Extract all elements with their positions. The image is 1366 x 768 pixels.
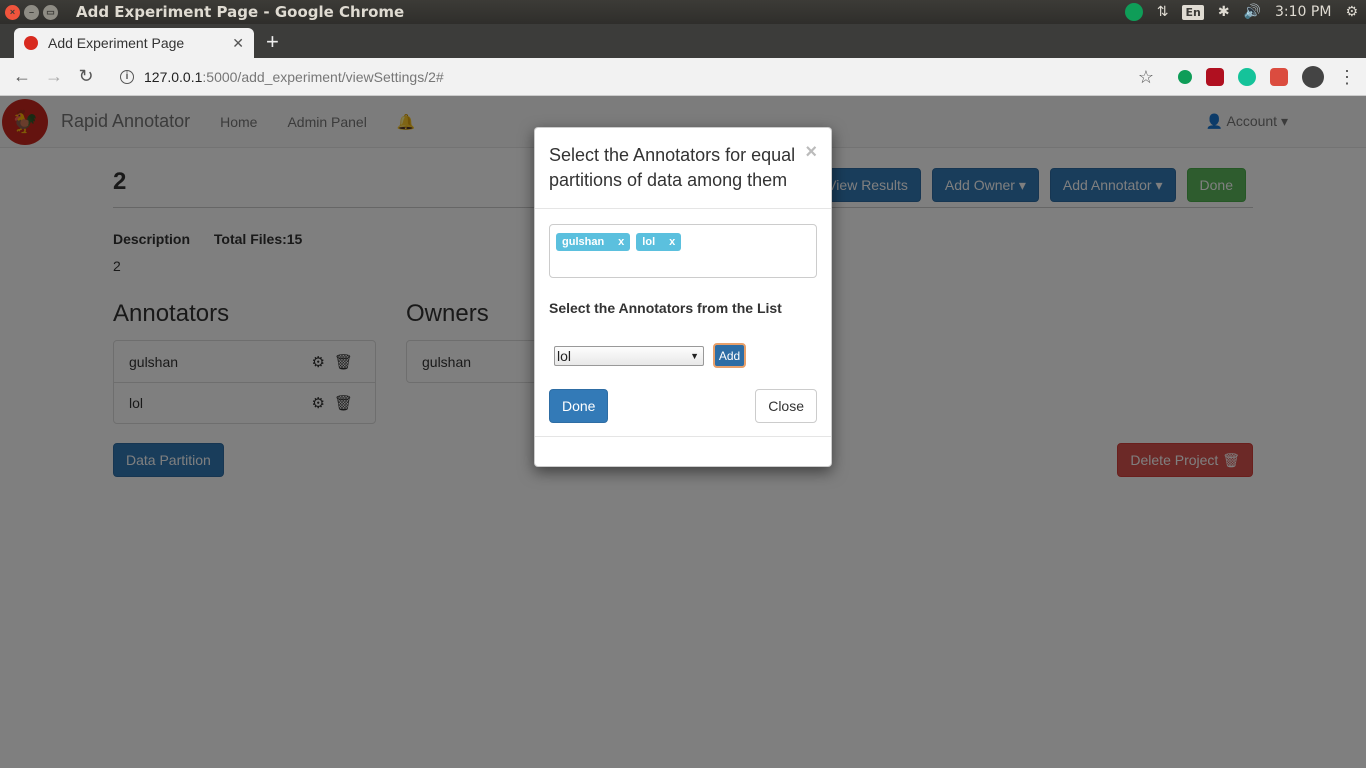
modal-close-button[interactable]: Close bbox=[755, 389, 817, 423]
grammarly-extension-icon[interactable] bbox=[1238, 68, 1256, 86]
window-maximize-button[interactable]: ▭ bbox=[43, 4, 58, 20]
system-tray: ⇅ En ✱ 🔊 3:10 PM ⚙ bbox=[1124, 0, 1366, 24]
network-icon[interactable]: ⇅ bbox=[1157, 4, 1169, 20]
chevron-down-icon: ▼ bbox=[690, 350, 699, 361]
tag-label: lol bbox=[642, 236, 656, 248]
modal-footer-divider bbox=[535, 436, 831, 437]
select-value: lol bbox=[557, 347, 572, 364]
url-host: 127.0.0.1 bbox=[144, 68, 203, 85]
annotator-select[interactable]: lol ▼ bbox=[554, 345, 704, 366]
profile-avatar[interactable] bbox=[1302, 66, 1324, 88]
bookmark-star-icon[interactable]: ☆ bbox=[1138, 67, 1154, 88]
ublock-extension-icon[interactable] bbox=[1206, 68, 1224, 86]
bluetooth-icon[interactable]: ✱ bbox=[1218, 4, 1230, 20]
modal-title: Select the Annotators for equal partitio… bbox=[549, 145, 796, 190]
tab-title: Add Experiment Page bbox=[48, 35, 185, 51]
window-title: Add Experiment Page - Google Chrome bbox=[76, 3, 405, 21]
tag-label: gulshan bbox=[562, 236, 605, 248]
browser-tab[interactable]: Add Experiment Page ✕ bbox=[14, 28, 254, 58]
new-tab-button[interactable]: + bbox=[266, 29, 279, 55]
todoist-extension-icon[interactable] bbox=[1270, 68, 1288, 86]
annotator-list-label: Select the Annotators from the List bbox=[549, 300, 782, 316]
hangouts-extension-icon[interactable] bbox=[1178, 70, 1192, 84]
hangouts-icon[interactable] bbox=[1124, 3, 1143, 21]
keyboard-language-indicator[interactable]: En bbox=[1182, 4, 1204, 20]
window-minimize-button[interactable]: – bbox=[24, 4, 39, 20]
close-icon[interactable]: × bbox=[805, 141, 817, 164]
add-annotator-to-list-button[interactable]: Add bbox=[713, 343, 746, 368]
url-path: :5000/add_experiment/viewSettings/2# bbox=[202, 68, 444, 85]
address-bar[interactable]: i 127.0.0.1:5000/add_experiment/viewSett… bbox=[120, 69, 444, 85]
modal-body: gulshan x lol x Select the Annotators from… bbox=[535, 209, 831, 423]
browser-toolbar: ← → ↻ i 127.0.0.1:5000/add_experiment/vi… bbox=[0, 58, 1366, 96]
reload-button[interactable]: ↻ bbox=[70, 66, 102, 87]
clock[interactable]: 3:10 PM bbox=[1275, 4, 1331, 20]
os-top-bar: × – ▭ Add Experiment Page - Google Chrom… bbox=[0, 0, 1366, 24]
forward-button[interactable]: → bbox=[38, 66, 70, 87]
chrome-menu-icon[interactable]: ⋮ bbox=[1338, 67, 1356, 88]
selected-annotators-input[interactable]: gulshan x lol x bbox=[549, 224, 817, 278]
annotator-tag: gulshan x bbox=[556, 233, 631, 251]
settings-gear-icon[interactable]: ⚙ bbox=[1345, 4, 1358, 20]
modal-header: Select the Annotators for equal partitio… bbox=[535, 128, 831, 209]
back-button[interactable]: ← bbox=[6, 66, 38, 87]
tab-close-icon[interactable]: ✕ bbox=[232, 35, 244, 52]
tag-remove-icon[interactable]: x bbox=[669, 236, 675, 248]
favicon-icon bbox=[24, 36, 38, 50]
modal-done-button[interactable]: Done bbox=[549, 389, 609, 423]
annotator-tag: lol x bbox=[636, 233, 682, 251]
window-close-button[interactable]: × bbox=[5, 4, 20, 20]
browser-tab-strip: Add Experiment Page ✕ + bbox=[0, 24, 1366, 58]
volume-icon[interactable]: 🔊 bbox=[1244, 4, 1261, 20]
partition-modal: Select the Annotators for equal partitio… bbox=[534, 127, 832, 467]
tag-remove-icon[interactable]: x bbox=[618, 236, 624, 248]
info-icon[interactable]: i bbox=[120, 69, 134, 84]
